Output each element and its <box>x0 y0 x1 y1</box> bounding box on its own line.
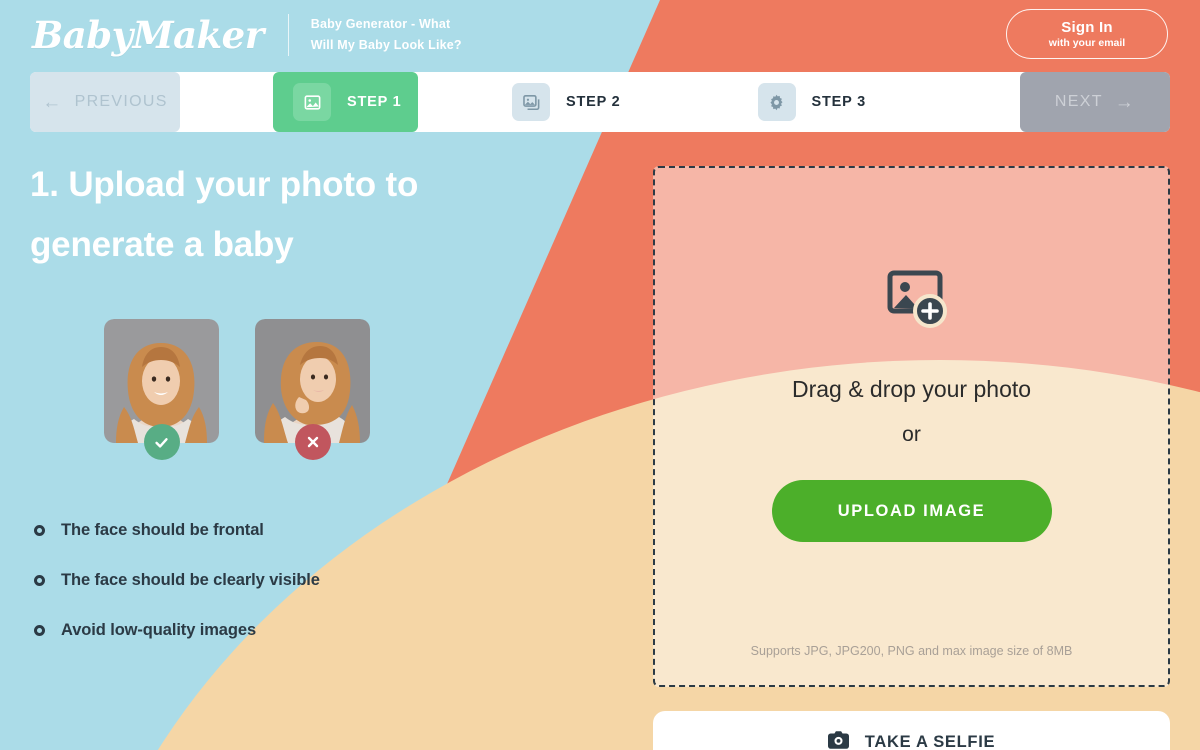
previous-label: PREVIOUS <box>74 93 168 110</box>
step-item-3[interactable]: STEP 3 <box>757 72 867 132</box>
previous-button[interactable]: ← PREVIOUS <box>30 72 180 132</box>
dropzone-title: Drag & drop your photo <box>791 376 1032 402</box>
take-selfie-label: TAKE A SELFIE <box>864 732 996 750</box>
bullet-icon <box>34 574 45 586</box>
step-3-label: STEP 3 <box>811 94 867 110</box>
example-photos <box>30 319 630 460</box>
good-example-photo <box>104 319 219 460</box>
dropzone-or-separator: or <box>902 423 921 446</box>
add-image-icon <box>876 267 948 334</box>
tagline-line-1: Baby Generator - What <box>310 17 451 31</box>
bullet-icon <box>34 624 45 636</box>
bullet-icon <box>34 524 45 536</box>
image-icon <box>293 83 331 121</box>
header-divider <box>287 14 289 56</box>
arrow-left-icon: ← <box>42 91 63 113</box>
steps-container: STEP 1 STEP 2 STEP 3 <box>180 72 1020 132</box>
gear-icon <box>757 83 796 121</box>
instructions-panel: 1. Upload your photo to generate a baby <box>30 155 630 655</box>
arrow-right-icon: → <box>1114 91 1136 113</box>
sign-in-button[interactable]: Sign In with your email <box>1006 9 1168 59</box>
next-button[interactable]: NEXT → <box>1020 72 1170 132</box>
tip-label: The face should be frontal <box>61 520 264 539</box>
step-2-label: STEP 2 <box>566 94 621 110</box>
tagline-line-2: Will My Baby Look Like? <box>310 38 462 52</box>
tip-label: Avoid low-quality images <box>61 620 257 639</box>
page-title: 1. Upload your photo to generate a baby <box>30 165 419 264</box>
list-item: The face should be frontal <box>32 505 630 555</box>
tips-list: The face should be frontal The face shou… <box>30 505 630 655</box>
header-tagline: Baby Generator - What Will My Baby Look … <box>311 14 462 56</box>
next-label: NEXT <box>1054 93 1103 110</box>
take-selfie-button[interactable]: TAKE A SELFIE <box>653 711 1170 750</box>
app-header: BabyMaker Baby Generator - What Will My … <box>0 0 1200 70</box>
brand-logo[interactable]: BabyMaker <box>32 13 264 57</box>
camera-icon <box>827 730 849 750</box>
sign-in-sublabel: with your email <box>1048 36 1126 49</box>
list-item: The face should be clearly visible <box>32 555 630 605</box>
check-icon <box>155 437 168 448</box>
step-navigation-bar: ← PREVIOUS STEP 1 STEP 2 STEP 3 NEXT → <box>30 72 1170 132</box>
step-item-1[interactable]: STEP 1 <box>273 72 418 132</box>
tip-label: The face should be clearly visible <box>61 570 320 589</box>
upload-image-button[interactable]: UPLOAD IMAGE <box>771 480 1052 542</box>
sign-in-label: Sign In <box>1061 18 1113 36</box>
good-example-badge <box>143 424 180 460</box>
step-item-2[interactable]: STEP 2 <box>512 72 621 132</box>
list-item: Avoid low-quality images <box>32 605 630 655</box>
photo-dropzone[interactable]: Drag & drop your photo or UPLOAD IMAGE S… <box>653 166 1170 687</box>
bad-example-photo <box>255 319 370 460</box>
images-stack-icon <box>512 83 550 121</box>
bad-example-badge <box>294 424 331 460</box>
cross-icon <box>307 436 318 448</box>
dropzone-support-note: Supports JPG, JPG200, PNG and max image … <box>750 644 1073 658</box>
step-1-label: STEP 1 <box>347 94 402 110</box>
